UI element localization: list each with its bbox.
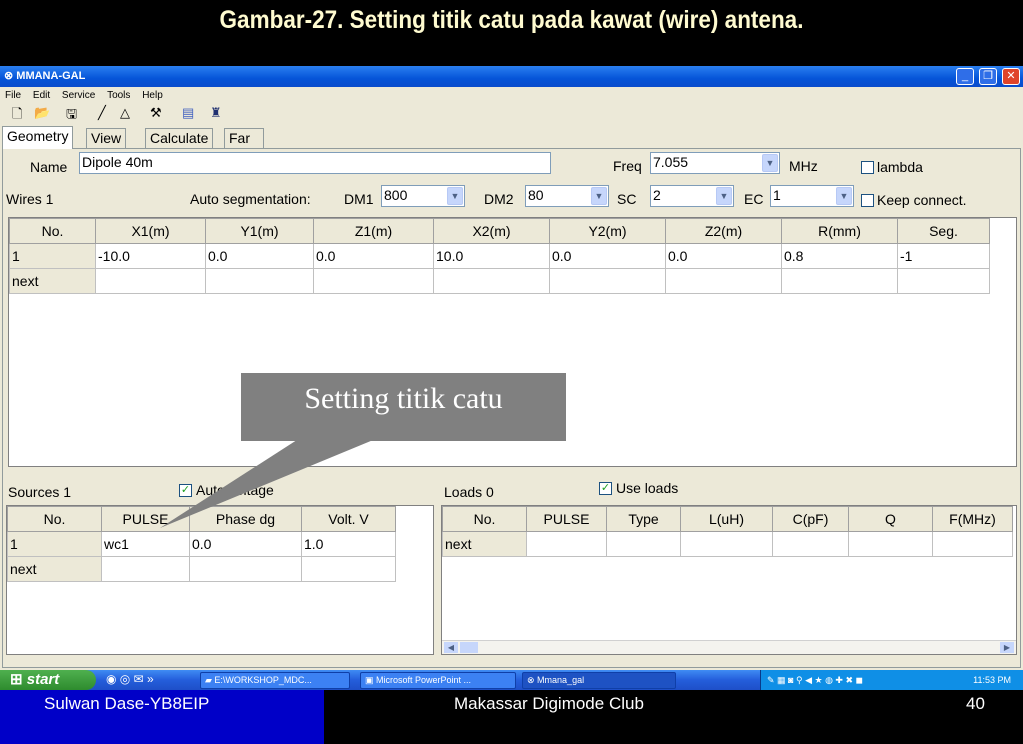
- tab-geometry[interactable]: Geometry: [2, 126, 74, 149]
- windows-logo-icon: ⊞: [10, 671, 27, 688]
- system-tray: ✎ ▦ ◙ ⚲ ◀ ★ ◍ ✚ ✖ ◼ 11:53 PM: [760, 670, 1023, 690]
- footer-author: Sulwan Dase-YB8EIP: [0, 690, 324, 744]
- clock: 11:53 PM: [973, 675, 1011, 685]
- callout-box: Setting titik catu: [241, 373, 566, 441]
- callout-arrow-shape: [160, 438, 378, 528]
- quick-launch-icons[interactable]: ◉ ◎ ✉ »: [106, 672, 154, 686]
- folder-icon: ▰: [205, 675, 215, 685]
- callout-pointer: [160, 438, 378, 528]
- task-explorer-label: E:\WORKSHOP_MDC...: [214, 675, 312, 685]
- mmana-icon: ⊗: [527, 675, 538, 685]
- task-mmana[interactable]: ⊗ Mmana_gal: [522, 672, 676, 689]
- task-powerpoint-label: Microsoft PowerPoint ...: [376, 675, 472, 685]
- footer-organization: Makassar Digimode Club: [454, 694, 644, 713]
- start-button[interactable]: ⊞ start: [0, 670, 96, 690]
- windows-taskbar: ⊞ start ◉ ◎ ✉ » ▰ E:\WORKSHOP_MDC... ▣ M…: [0, 670, 1023, 690]
- powerpoint-icon: ▣: [365, 675, 377, 685]
- task-mmana-label: Mmana_gal: [537, 675, 585, 685]
- page-number: 40: [966, 694, 985, 713]
- task-explorer[interactable]: ▰ E:\WORKSHOP_MDC...: [200, 672, 350, 689]
- tray-icons[interactable]: ✎ ▦ ◙ ⚲ ◀ ★ ◍ ✚ ✖ ◼: [767, 675, 863, 685]
- task-powerpoint[interactable]: ▣ Microsoft PowerPoint ...: [360, 672, 516, 689]
- start-label: start: [26, 671, 60, 688]
